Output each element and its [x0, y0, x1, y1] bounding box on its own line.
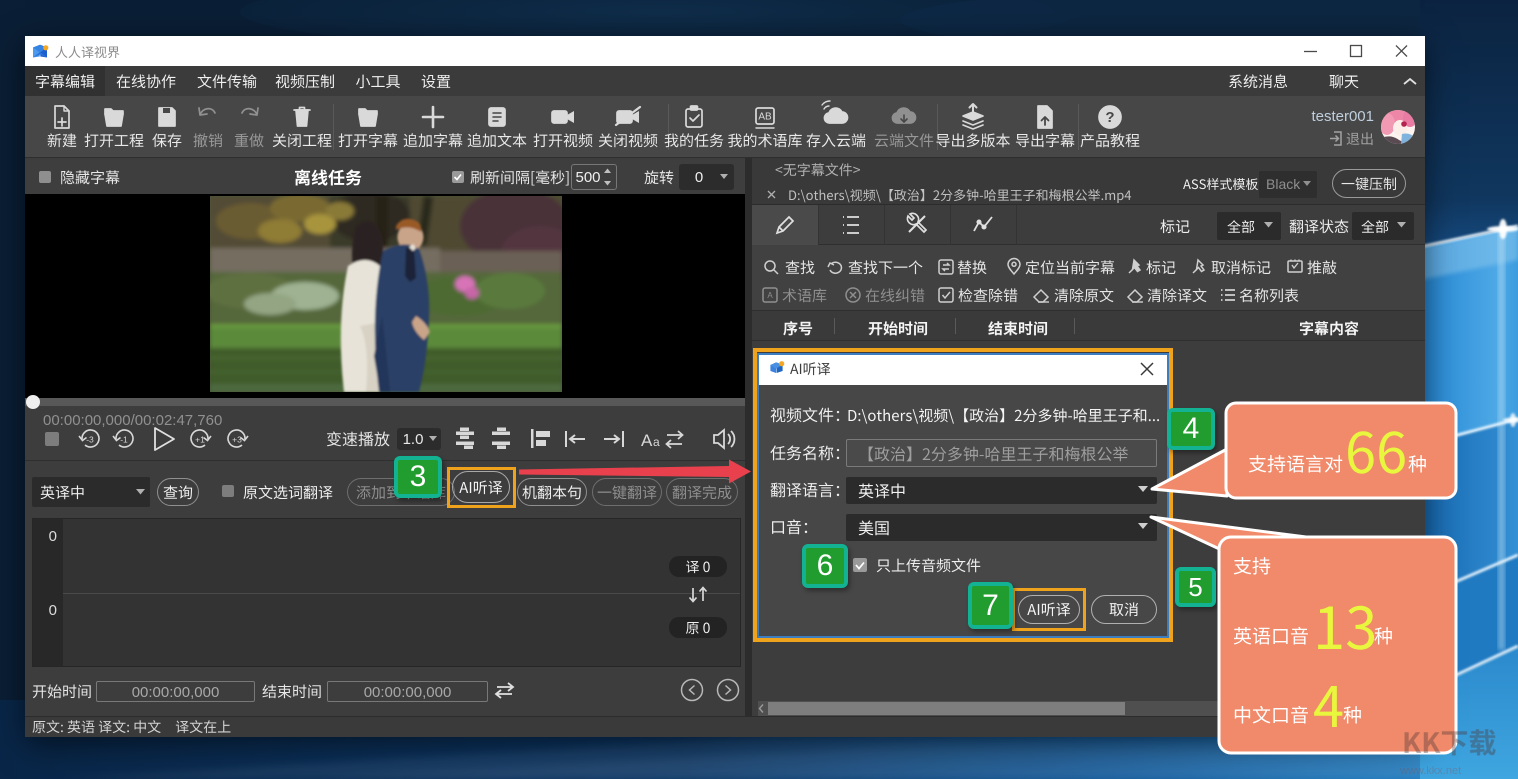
svg-text:www.kkx.net: www.kkx.net — [1399, 765, 1461, 777]
